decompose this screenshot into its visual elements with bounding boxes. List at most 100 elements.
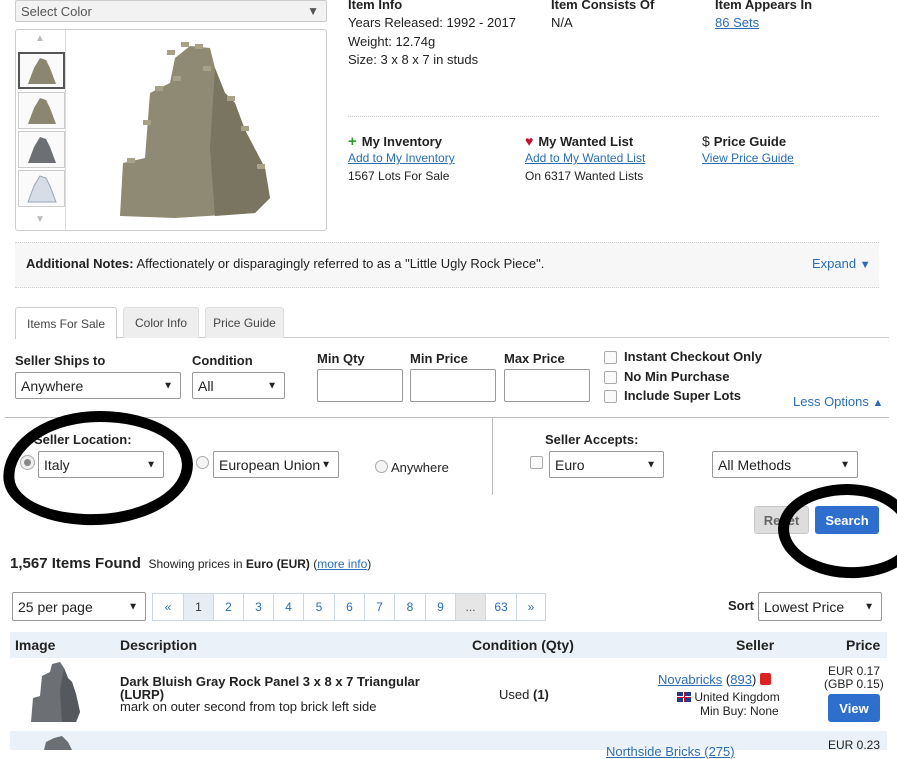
add-to-wanted-link[interactable]: Add to My Wanted List: [525, 151, 645, 165]
page-label: 9: [437, 600, 444, 614]
listing-price: EUR 0.17: [828, 664, 881, 678]
ships-to-select[interactable]: Anywhere ▼: [15, 372, 181, 399]
tab-items-for-sale[interactable]: Items For Sale: [15, 307, 117, 339]
min-qty-label: Min Qty: [317, 351, 365, 366]
listing-note: mark on outer second from top brick left…: [120, 699, 377, 714]
page-1[interactable]: 1: [183, 593, 213, 621]
results-summary: 1,567 Items Found Showing prices in Euro…: [10, 555, 372, 572]
methods-select[interactable]: All Methods ▼: [712, 451, 858, 478]
quantity-text: (1): [532, 687, 549, 702]
inventory-header: + My Inventory: [348, 133, 442, 150]
sort-select[interactable]: Lowest Price ▼: [758, 592, 882, 621]
sort-label: Sort: [728, 598, 754, 613]
consists-of-value: N/A: [551, 15, 573, 30]
location-radio-region[interactable]: [196, 456, 209, 469]
chevron-down-icon: ▼: [307, 4, 319, 18]
expand-link[interactable]: Expand ▼: [812, 256, 871, 271]
seller-link[interactable]: Northside Bricks (275): [606, 744, 735, 759]
less-options-link[interactable]: Less Options ▲: [793, 394, 883, 409]
thumbnail-2[interactable]: [18, 92, 65, 129]
more-info-link[interactable]: more info: [317, 557, 367, 571]
tab-label: Price Guide: [213, 316, 276, 330]
page-prev[interactable]: «: [152, 593, 183, 621]
col-condition: Condition (Qty): [472, 637, 574, 653]
no-min-purchase-checkbox[interactable]: [604, 371, 617, 384]
seller-info: Novabricks (893): [658, 672, 771, 687]
listing-thumbnail[interactable]: [28, 660, 82, 726]
page-6[interactable]: 6: [334, 593, 364, 621]
view-label: View: [839, 700, 869, 716]
page-9[interactable]: 9: [425, 593, 455, 621]
listing-price-alt: (GBP 0.15): [824, 677, 884, 691]
page-63[interactable]: 63: [485, 593, 516, 621]
page-label: 7: [376, 600, 383, 614]
feedback-link[interactable]: 893: [730, 672, 752, 687]
page-label: »: [527, 600, 535, 614]
min-price-input[interactable]: [410, 369, 496, 402]
max-price-label: Max Price: [504, 351, 565, 366]
page-7[interactable]: 7: [364, 593, 394, 621]
price-guide-header: $ Price Guide: [702, 133, 786, 149]
less-options-label: Less Options: [793, 394, 869, 409]
page-4[interactable]: 4: [273, 593, 303, 621]
color-select[interactable]: Select Color ▼: [15, 0, 327, 22]
wanted-title: My Wanted List: [538, 133, 634, 149]
condition-select[interactable]: All ▼: [192, 372, 285, 399]
page-label: «: [164, 600, 172, 614]
chevron-down-icon: ▼: [840, 459, 850, 470]
chevron-down-icon: ▼: [163, 380, 173, 391]
listing-condition: Used (1): [499, 687, 549, 702]
table-row-2-bg: [10, 731, 887, 750]
instant-checkout-label: Instant Checkout Only: [624, 349, 762, 364]
page-2[interactable]: 2: [213, 593, 243, 621]
tab-price-guide[interactable]: Price Guide: [205, 307, 284, 338]
chevron-up-icon: ▲: [872, 397, 884, 409]
item-info-heading: Item Info: [348, 0, 403, 12]
store-icon: [759, 673, 771, 685]
price-guide-title: Price Guide: [713, 133, 787, 149]
uk-flag-icon: [677, 692, 691, 702]
add-to-inventory-link[interactable]: Add to My Inventory: [348, 151, 455, 165]
col-price: Price: [846, 637, 881, 653]
heart-icon: ♥: [525, 133, 534, 149]
page-8[interactable]: 8: [394, 593, 425, 621]
condition-text: Used: [499, 687, 530, 702]
region-select[interactable]: European Union ▼: [213, 451, 339, 478]
thumbnail-1[interactable]: [18, 52, 65, 89]
per-page-select[interactable]: 25 per page ▼: [12, 592, 146, 621]
min-buy: Min Buy: None: [700, 704, 779, 718]
wanted-lists-count: On 6317 Wanted Lists: [525, 169, 644, 183]
view-button[interactable]: View: [828, 694, 880, 722]
chevron-down-icon: ▼: [646, 459, 656, 470]
part-image: [120, 42, 270, 218]
results-currency: Euro (EUR): [245, 557, 310, 571]
thumbnail-4[interactable]: [18, 170, 65, 207]
listing-title[interactable]: Dark Bluish Gray Rock Panel 3 x 8 x 7 Tr…: [120, 675, 440, 701]
wanted-header: ♥ My Wanted List: [525, 133, 633, 149]
appears-in-link[interactable]: 86 Sets: [715, 15, 759, 30]
page-label: 63: [494, 600, 508, 614]
max-price-input[interactable]: [504, 369, 590, 402]
thumbnail-3[interactable]: [18, 131, 65, 168]
seller-link[interactable]: Novabricks: [658, 672, 722, 687]
location-radio-anywhere[interactable]: [375, 460, 388, 473]
tab-color-info[interactable]: Color Info: [123, 307, 199, 338]
condition-value: All: [198, 377, 214, 394]
min-qty-input[interactable]: [317, 369, 403, 402]
view-price-guide-link[interactable]: View Price Guide: [702, 151, 794, 165]
super-lots-checkbox[interactable]: [604, 390, 617, 403]
listing-thumbnail[interactable]: [30, 736, 84, 750]
page-3[interactable]: 3: [243, 593, 273, 621]
gallery-up-icon[interactable]: ▲: [35, 33, 45, 44]
currency-select[interactable]: Euro ▼: [549, 451, 664, 478]
plus-icon: +: [348, 133, 357, 150]
page-ellipsis: ...: [455, 593, 485, 621]
gallery-down-icon[interactable]: ▼: [35, 214, 45, 225]
expand-label: Expand: [812, 256, 857, 271]
appears-in-heading: Item Appears In: [715, 0, 813, 12]
page-next[interactable]: »: [516, 593, 546, 621]
page-5[interactable]: 5: [303, 593, 334, 621]
showing-prefix: Showing prices in: [148, 557, 243, 571]
instant-checkout-checkbox[interactable]: [604, 351, 617, 364]
accepts-currency-checkbox[interactable]: [530, 456, 543, 469]
